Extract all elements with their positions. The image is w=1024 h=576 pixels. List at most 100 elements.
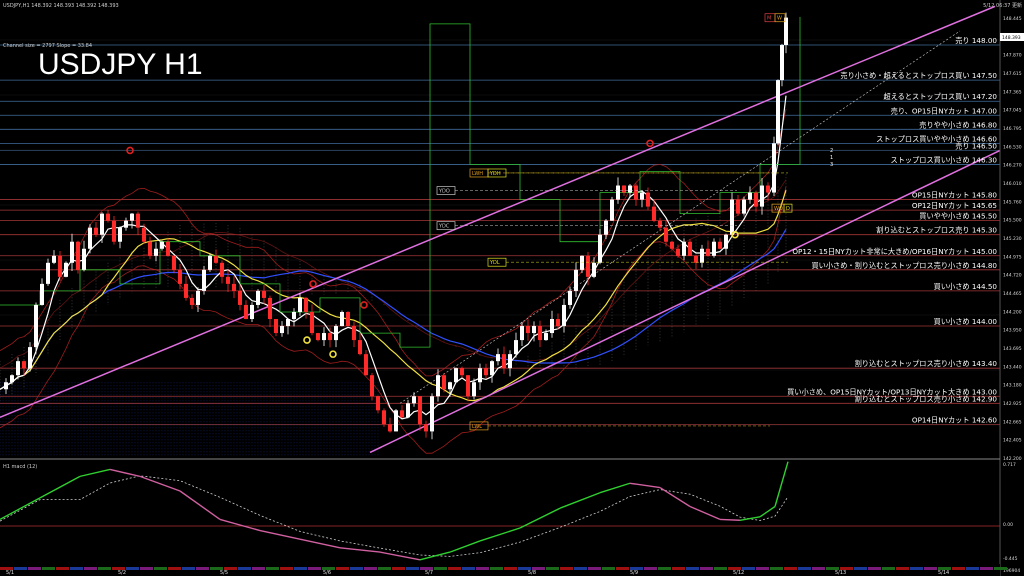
candle-body (370, 375, 374, 397)
candle-body (604, 220, 608, 235)
candle-body (724, 234, 728, 249)
candle-body (484, 368, 488, 376)
candle-body (346, 311, 350, 327)
price-axis-label: 147.365 (1003, 89, 1022, 95)
date-bar-stripe (714, 567, 727, 570)
candle-body (676, 248, 680, 256)
candle-body (52, 255, 56, 263)
candle-body (538, 326, 542, 341)
date-bar-stripe (658, 567, 671, 570)
price-axis-label: 143.950 (1003, 328, 1022, 334)
level-label: 売り、OP15日NYカット 147.00 (891, 106, 998, 115)
date-label: 5/13 (835, 570, 846, 576)
candle-body (100, 213, 104, 235)
candle-body (448, 382, 452, 390)
date-bar-stripe (910, 567, 923, 570)
candle-body (736, 199, 740, 214)
candle-body (310, 311, 314, 334)
date-bar-stripe (504, 567, 517, 570)
candle-body (640, 192, 644, 200)
candle-body (88, 227, 92, 249)
candle-body (256, 290, 260, 305)
trading-chart[interactable]: 213 YDO YDC LWH YDH YDL LWL WO D M W 売り 148.00 売り小さ… (0, 0, 1024, 576)
macd-axis-label: -0.445 (1003, 556, 1018, 562)
level-label: 買い小さめ 144.50 (934, 282, 998, 291)
candle-body (172, 255, 176, 270)
candle-body (40, 283, 44, 305)
candle-body (352, 326, 356, 341)
candle-body (376, 396, 380, 411)
candle-body (670, 241, 674, 249)
date-bar-stripe (868, 567, 881, 570)
candle-body (658, 220, 662, 228)
level-label: OP12日NYカット 145.65 (912, 201, 997, 210)
candle-body (166, 241, 170, 256)
candle-body (418, 396, 422, 425)
date-label: 5/2 (118, 570, 126, 576)
candle-body (130, 213, 134, 221)
date-bar-stripe (546, 567, 559, 570)
date-bar-stripe (812, 567, 825, 570)
candle-body (28, 347, 32, 369)
candle-body (616, 185, 620, 200)
candle-body (358, 340, 362, 355)
candle-body (244, 304, 248, 320)
price-axis-label: 143.440 (1003, 364, 1022, 370)
ref-box-label: LWL (472, 424, 482, 430)
date-label: 5/8 (528, 570, 536, 576)
candle-body (196, 290, 200, 305)
candle-body (472, 382, 476, 397)
date-bar-stripe (168, 567, 181, 570)
candle-body (388, 424, 392, 432)
date-bar-stripe (980, 567, 993, 570)
level-label: 超えるとストップロス買い 147.20 (884, 92, 998, 101)
candle-body (454, 368, 458, 383)
candle-body (436, 375, 440, 397)
price-axis-label: 144.200 (1003, 309, 1022, 315)
candle-body (322, 333, 326, 341)
date-bar-stripe (70, 567, 83, 570)
date-bar-stripe (854, 567, 867, 570)
candle-body (298, 297, 302, 312)
candle-body (610, 199, 614, 221)
candle-body (544, 333, 548, 341)
date-label: 5/1 (6, 570, 14, 576)
date-bar-stripe (154, 567, 167, 570)
date-label: 5/5 (220, 570, 228, 576)
date-bar-stripe (182, 567, 195, 570)
candle-body (34, 304, 38, 348)
date-bar-stripe (994, 567, 1007, 570)
candle-body (112, 220, 116, 242)
date-bar-stripe (280, 567, 293, 570)
date-bar-stripe (616, 567, 629, 570)
price-axis-label: 146.010 (1003, 181, 1022, 187)
candle-body (328, 333, 332, 341)
candle-body (292, 311, 296, 320)
date-bar-stripe (350, 567, 363, 570)
candle-body (514, 340, 518, 355)
ref-box-label: D (786, 206, 790, 212)
candle-body (76, 241, 80, 270)
candle-body (424, 424, 428, 432)
date-bar-stripe (588, 567, 601, 570)
channel-number: 1 (830, 155, 833, 161)
candle-body (550, 319, 554, 334)
candle-body (592, 262, 596, 277)
candle-body (712, 241, 716, 256)
candle-body (364, 354, 368, 376)
date-bar-stripe (448, 567, 461, 570)
price-axis-label: 145.230 (1003, 236, 1022, 242)
date-bar-stripe (56, 567, 69, 570)
time-header: 5/12 06:37 更新 (983, 2, 1022, 9)
candle-body (400, 410, 404, 418)
date-bar-stripe (574, 567, 587, 570)
candle-body (154, 248, 158, 256)
candle-body (628, 185, 632, 193)
date-bar-stripe (238, 567, 251, 570)
chart-title: USDJPY H1 (38, 48, 203, 81)
price-axis-label: 147.615 (1003, 71, 1022, 77)
date-bar-stripe (896, 567, 909, 570)
ref-box-label: WO (774, 206, 783, 212)
channel-number: 3 (830, 162, 833, 168)
candle-body (16, 361, 20, 376)
